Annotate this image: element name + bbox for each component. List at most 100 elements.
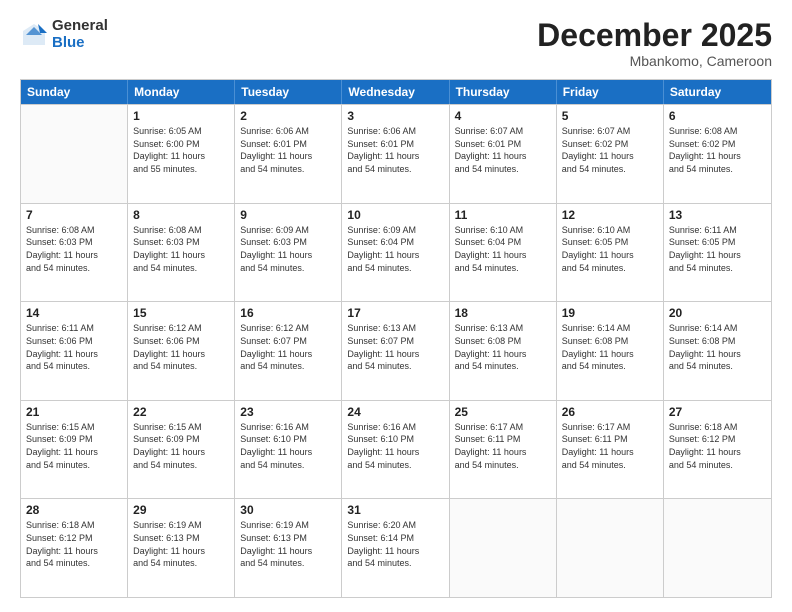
day-info: Sunrise: 6:18 AM Sunset: 6:12 PM Dayligh… <box>26 519 122 569</box>
day-number: 3 <box>347 109 443 123</box>
calendar-cell: 19Sunrise: 6:14 AM Sunset: 6:08 PM Dayli… <box>557 302 664 400</box>
calendar-cell: 13 Sunrise: 6:11 AM Sunset: 6:05 PM Dayli… <box>664 204 771 302</box>
day-info: Sunrise: 6:16 AM Sunset: 6:10 PM Dayligh… <box>240 421 336 471</box>
day-info: Sunrise: 6:11 AM Sunset: 6:05 PM Dayligh… <box>669 224 766 274</box>
day-info: Sunrise: 6:16 AM Sunset: 6:10 PM Dayligh… <box>347 421 443 471</box>
calendar-cell: 30 Sunrise: 6:19 AM Sunset: 6:13 PM Dayli… <box>235 499 342 597</box>
day-number: 7 <box>26 208 122 222</box>
calendar-cell: 27 Sunrise: 6:18 AM Sunset: 6:12 PM Dayli… <box>664 401 771 499</box>
day-info: Sunrise: 6:09 AM Sunset: 6:03 PM Dayligh… <box>240 224 336 274</box>
day-number: 11 <box>455 208 551 222</box>
day-info: Sunrise: 6:18 AM Sunset: 6:12 PM Dayligh… <box>669 421 766 471</box>
day-number: 4 <box>455 109 551 123</box>
day-number: 6 <box>669 109 766 123</box>
calendar-week-row: 1 Sunrise: 6:05 AM Sunset: 6:00 PM Daylig… <box>21 104 771 203</box>
day-info: Sunrise: 6:19 AM Sunset: 6:13 PM Dayligh… <box>240 519 336 569</box>
day-number: 8 <box>133 208 229 222</box>
day-number: 15 <box>133 306 229 320</box>
calendar-cell: 17 Sunrise: 6:13 AM Sunset: 6:07 PM Dayli… <box>342 302 449 400</box>
day-number: 27 <box>669 405 766 419</box>
calendar-week-row: 7 Sunrise: 6:08 AM Sunset: 6:03 PM Daylig… <box>21 203 771 302</box>
calendar-cell: 3 Sunrise: 6:06 AM Sunset: 6:01 PM Daylig… <box>342 105 449 203</box>
calendar-cell: 16 Sunrise: 6:12 AM Sunset: 6:07 PM Dayli… <box>235 302 342 400</box>
calendar-header-cell: Wednesday <box>342 80 449 104</box>
day-info: Sunrise: 6:19 AM Sunset: 6:13 PM Dayligh… <box>133 519 229 569</box>
day-number: 25 <box>455 405 551 419</box>
calendar-cell: 11 Sunrise: 6:10 AM Sunset: 6:04 PM Dayli… <box>450 204 557 302</box>
day-info: Sunrise: 6:20 AM Sunset: 6:14 PM Dayligh… <box>347 519 443 569</box>
calendar-cell: 2Sunrise: 6:06 AM Sunset: 6:01 PM Daylig… <box>235 105 342 203</box>
calendar-header-cell: Friday <box>557 80 664 104</box>
day-info: Sunrise: 6:12 AM Sunset: 6:07 PM Dayligh… <box>240 322 336 372</box>
calendar-header-row: SundayMondayTuesdayWednesdayThursdayFrid… <box>21 80 771 104</box>
calendar-header-cell: Sunday <box>21 80 128 104</box>
page: General Blue December 2025 Mbankomo, Cam… <box>0 0 792 612</box>
calendar-cell <box>450 499 557 597</box>
day-info: Sunrise: 6:17 AM Sunset: 6:11 PM Dayligh… <box>562 421 658 471</box>
calendar-header-cell: Monday <box>128 80 235 104</box>
day-number: 29 <box>133 503 229 517</box>
day-number: 18 <box>455 306 551 320</box>
calendar-cell: 12 Sunrise: 6:10 AM Sunset: 6:05 PM Dayli… <box>557 204 664 302</box>
calendar-header-cell: Tuesday <box>235 80 342 104</box>
day-info: Sunrise: 6:12 AM Sunset: 6:06 PM Dayligh… <box>133 322 229 372</box>
day-number: 9 <box>240 208 336 222</box>
logo-general-text: General <box>52 18 108 35</box>
day-info: Sunrise: 6:13 AM Sunset: 6:07 PM Dayligh… <box>347 322 443 372</box>
day-info: Sunrise: 6:05 AM Sunset: 6:00 PM Dayligh… <box>133 125 229 175</box>
day-info: Sunrise: 6:10 AM Sunset: 6:05 PM Dayligh… <box>562 224 658 274</box>
month-title: December 2025 <box>537 18 772 53</box>
calendar-cell: 24Sunrise: 6:16 AM Sunset: 6:10 PM Dayli… <box>342 401 449 499</box>
calendar-cell: 10Sunrise: 6:09 AM Sunset: 6:04 PM Dayli… <box>342 204 449 302</box>
day-info: Sunrise: 6:14 AM Sunset: 6:08 PM Dayligh… <box>669 322 766 372</box>
day-number: 16 <box>240 306 336 320</box>
day-number: 23 <box>240 405 336 419</box>
day-info: Sunrise: 6:08 AM Sunset: 6:02 PM Dayligh… <box>669 125 766 175</box>
day-info: Sunrise: 6:07 AM Sunset: 6:02 PM Dayligh… <box>562 125 658 175</box>
calendar-cell: 21Sunrise: 6:15 AM Sunset: 6:09 PM Dayli… <box>21 401 128 499</box>
calendar-header-cell: Thursday <box>450 80 557 104</box>
calendar-cell: 28 Sunrise: 6:18 AM Sunset: 6:12 PM Dayli… <box>21 499 128 597</box>
day-number: 22 <box>133 405 229 419</box>
day-number: 26 <box>562 405 658 419</box>
calendar-body: 1 Sunrise: 6:05 AM Sunset: 6:00 PM Daylig… <box>21 104 771 597</box>
logo-blue-text: Blue <box>52 35 108 52</box>
calendar-cell: 25Sunrise: 6:17 AM Sunset: 6:11 PM Dayli… <box>450 401 557 499</box>
day-number: 12 <box>562 208 658 222</box>
logo-icon <box>20 21 48 49</box>
calendar-week-row: 14Sunrise: 6:11 AM Sunset: 6:06 PM Dayli… <box>21 301 771 400</box>
calendar-week-row: 21Sunrise: 6:15 AM Sunset: 6:09 PM Dayli… <box>21 400 771 499</box>
calendar-week-row: 28 Sunrise: 6:18 AM Sunset: 6:12 PM Dayli… <box>21 498 771 597</box>
calendar-cell: 23 Sunrise: 6:16 AM Sunset: 6:10 PM Dayli… <box>235 401 342 499</box>
day-info: Sunrise: 6:10 AM Sunset: 6:04 PM Dayligh… <box>455 224 551 274</box>
day-number: 10 <box>347 208 443 222</box>
day-info: Sunrise: 6:15 AM Sunset: 6:09 PM Dayligh… <box>133 421 229 471</box>
calendar-cell: 29 Sunrise: 6:19 AM Sunset: 6:13 PM Dayli… <box>128 499 235 597</box>
calendar-cell: 22 Sunrise: 6:15 AM Sunset: 6:09 PM Dayli… <box>128 401 235 499</box>
calendar-cell: 26 Sunrise: 6:17 AM Sunset: 6:11 PM Dayli… <box>557 401 664 499</box>
day-number: 17 <box>347 306 443 320</box>
day-number: 30 <box>240 503 336 517</box>
location-subtitle: Mbankomo, Cameroon <box>537 53 772 69</box>
calendar-cell: 4Sunrise: 6:07 AM Sunset: 6:01 PM Daylig… <box>450 105 557 203</box>
day-number: 13 <box>669 208 766 222</box>
day-number: 28 <box>26 503 122 517</box>
calendar-cell: 14Sunrise: 6:11 AM Sunset: 6:06 PM Dayli… <box>21 302 128 400</box>
day-number: 31 <box>347 503 443 517</box>
calendar-cell <box>557 499 664 597</box>
calendar-cell: 18Sunrise: 6:13 AM Sunset: 6:08 PM Dayli… <box>450 302 557 400</box>
calendar-cell: 6 Sunrise: 6:08 AM Sunset: 6:02 PM Daylig… <box>664 105 771 203</box>
day-info: Sunrise: 6:15 AM Sunset: 6:09 PM Dayligh… <box>26 421 122 471</box>
calendar-cell: 8Sunrise: 6:08 AM Sunset: 6:03 PM Daylig… <box>128 204 235 302</box>
day-number: 5 <box>562 109 658 123</box>
day-info: Sunrise: 6:06 AM Sunset: 6:01 PM Dayligh… <box>240 125 336 175</box>
day-info: Sunrise: 6:06 AM Sunset: 6:01 PM Dayligh… <box>347 125 443 175</box>
logo-text: General Blue <box>52 18 108 51</box>
day-info: Sunrise: 6:11 AM Sunset: 6:06 PM Dayligh… <box>26 322 122 372</box>
calendar-cell: 1 Sunrise: 6:05 AM Sunset: 6:00 PM Daylig… <box>128 105 235 203</box>
header: General Blue December 2025 Mbankomo, Cam… <box>20 18 772 69</box>
calendar-cell: 7 Sunrise: 6:08 AM Sunset: 6:03 PM Daylig… <box>21 204 128 302</box>
calendar-cell <box>21 105 128 203</box>
day-info: Sunrise: 6:08 AM Sunset: 6:03 PM Dayligh… <box>26 224 122 274</box>
day-number: 1 <box>133 109 229 123</box>
